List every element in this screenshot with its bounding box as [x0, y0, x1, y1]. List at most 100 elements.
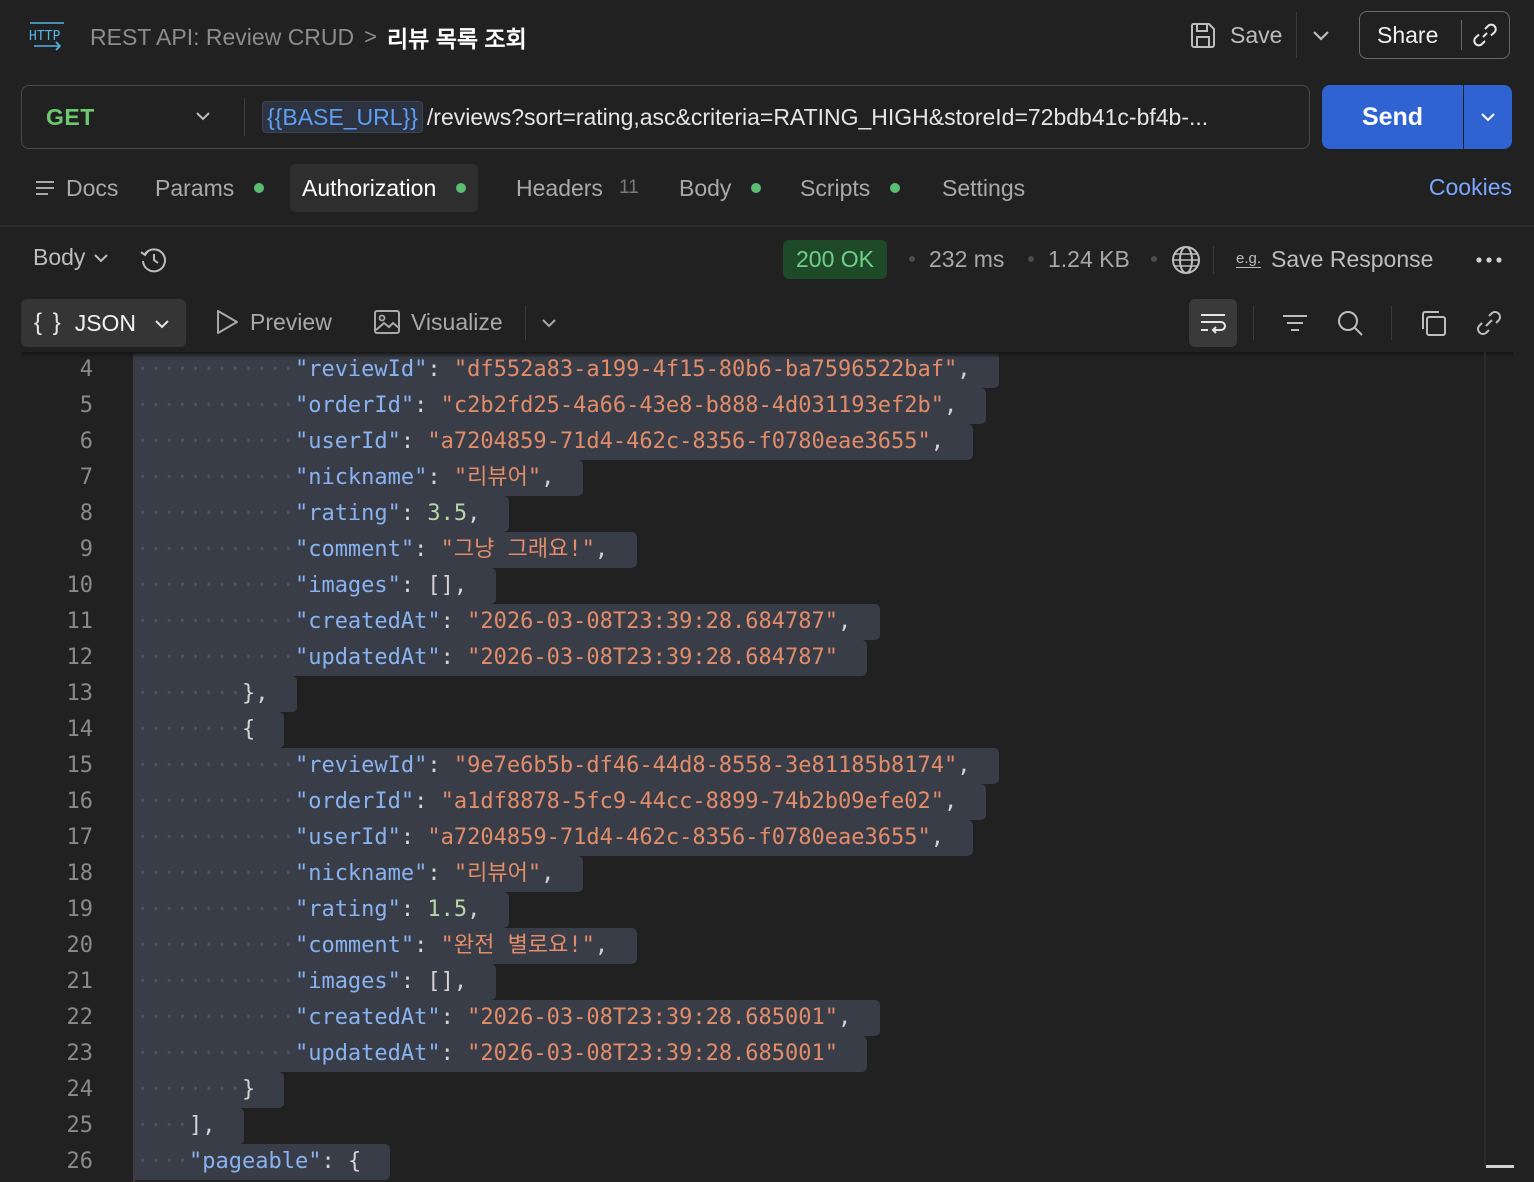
json-value: "a1df8878-5fc9-44cc-8899-74b2b09efe02": [440, 789, 944, 814]
json-colon: :: [440, 645, 468, 670]
tab-settings[interactable]: Settings: [942, 164, 1025, 212]
globe-icon[interactable]: [1170, 244, 1202, 276]
filter-button[interactable]: [1271, 299, 1319, 347]
code-text: ········},: [136, 676, 268, 712]
scrollbar[interactable]: [1484, 352, 1486, 1167]
visualize-tab[interactable]: Visualize: [373, 308, 503, 336]
cookies-link[interactable]: Cookies: [1429, 174, 1512, 201]
code-line: 6 ············"userId": "a7204859-71d4-46…: [0, 424, 1490, 460]
tab-body[interactable]: Body: [679, 164, 762, 212]
code-line: 7 ············"nickname": "리뷰어",: [0, 460, 1490, 496]
line-number: 13: [66, 681, 94, 706]
code-line: 21 ············"images": [],: [0, 964, 1490, 1000]
preview-tab[interactable]: Preview: [214, 308, 332, 336]
code-line: 26 ····"pageable": {: [0, 1144, 1490, 1180]
json-colon: :: [400, 501, 428, 526]
indent-whitespace: ····: [136, 1149, 189, 1174]
breadcrumb-collection[interactable]: REST API: Review CRUD: [90, 24, 354, 51]
line-number: 24: [66, 1077, 94, 1102]
send-button[interactable]: Send: [1322, 85, 1463, 149]
headers-count: 11: [618, 177, 639, 198]
response-time[interactable]: 232 ms: [929, 246, 1004, 273]
line-number: 23: [66, 1041, 94, 1066]
play-icon: [217, 310, 238, 334]
json-key: "images": [294, 573, 401, 598]
request-name[interactable]: 리뷰 목록 조회: [387, 20, 527, 54]
response-size[interactable]: 1.24 KB: [1048, 246, 1130, 273]
response-view-select[interactable]: Body: [33, 244, 111, 271]
line-number: 12: [66, 645, 94, 670]
copy-link-button[interactable]: [1462, 22, 1509, 48]
json-colon: :: [440, 1041, 468, 1066]
code-text: ········}: [136, 1072, 255, 1108]
code-text: ············"orderId": "a1df8878-5fc9-44…: [136, 784, 957, 820]
indent-whitespace: ············: [136, 429, 295, 454]
tab-label: Body: [679, 174, 732, 201]
divider: [0, 225, 1534, 227]
json-colon: :: [414, 789, 441, 814]
line-number: 6: [79, 429, 93, 454]
indent-whitespace: ········: [136, 681, 242, 706]
json-colon: :: [427, 357, 454, 382]
method-label: GET: [46, 103, 95, 130]
tab-authorization[interactable]: Authorization: [290, 164, 479, 212]
status-dot: [254, 183, 265, 193]
chevron-down-icon[interactable]: [1308, 22, 1334, 48]
separator-dot: [1028, 256, 1034, 262]
json-value: "2026-03-08T23:39:28.684787": [467, 609, 839, 634]
json-colon: :: [427, 753, 454, 778]
line-number: 20: [66, 933, 94, 958]
json-colon: :: [440, 1005, 468, 1030]
indent-whitespace: ············: [136, 465, 295, 490]
history-icon[interactable]: [138, 244, 170, 276]
code-line: 18 ············"nickname": "리뷰어",: [0, 856, 1490, 892]
json-key: "nickname": [294, 861, 428, 886]
chevron-down-icon: [1481, 113, 1495, 122]
method-select[interactable]: GET: [22, 86, 244, 148]
json-colon: :: [440, 609, 468, 634]
line-number: 11: [66, 609, 94, 634]
format-select[interactable]: { } JSON: [21, 299, 186, 347]
search-button[interactable]: [1326, 299, 1374, 347]
json-punctuation: ,: [838, 1005, 852, 1030]
code-text: ············"updatedAt": "2026-03-08T23:…: [136, 640, 838, 676]
json-value: "2026-03-08T23:39:28.685001": [467, 1005, 839, 1030]
indent-whitespace: ········: [136, 1077, 242, 1102]
scrollbar-thumb[interactable]: [1486, 1165, 1514, 1168]
response-header: Body 200 OK 232 ms 1.24 KB e.g. Save Res…: [0, 236, 1534, 284]
code-line: 5 ············"orderId": "c2b2fd25-4a66-4…: [0, 388, 1490, 424]
copy-link-button[interactable]: [1465, 299, 1513, 347]
copy-button[interactable]: [1409, 299, 1457, 347]
divider: [1213, 246, 1214, 274]
http-icon: HTTP: [29, 22, 64, 51]
send-options-button[interactable]: [1464, 85, 1512, 149]
share-button[interactable]: Share: [1359, 11, 1510, 59]
line-number: 16: [66, 789, 94, 814]
json-key: "rating": [294, 897, 401, 922]
word-wrap-button[interactable]: [1189, 299, 1237, 347]
json-value: },: [241, 681, 269, 706]
json-key: "pageable": [188, 1149, 322, 1174]
tab-headers[interactable]: Headers 11: [516, 164, 639, 212]
json-value: {: [347, 1149, 362, 1174]
status-badge[interactable]: 200 OK: [783, 240, 887, 279]
save-response-label: Save Response: [1271, 246, 1434, 272]
tab-scripts[interactable]: Scripts: [800, 164, 901, 212]
indent-whitespace: ············: [136, 897, 295, 922]
json-punctuation: ,: [467, 501, 481, 526]
code-line: 8 ············"rating": 3.5,: [0, 496, 1490, 532]
code-line: 17 ············"userId": "a7204859-71d4-4…: [0, 820, 1490, 856]
indent-whitespace: ············: [136, 645, 295, 670]
json-value: "df552a83-a199-4f15-80b6-ba7596522baf": [453, 357, 958, 382]
url-variable[interactable]: {{BASE_URL}}: [262, 101, 423, 133]
json-colon: :: [400, 573, 428, 598]
tab-params[interactable]: Params: [155, 164, 265, 212]
save-button[interactable]: Save: [1188, 16, 1282, 54]
more-options-icon[interactable]: [1474, 244, 1506, 276]
tab-docs[interactable]: Docs: [34, 164, 118, 212]
response-body-editor[interactable]: 4 ············"reviewId": "df552a83-a199-…: [0, 352, 1534, 1182]
response-view-label: Body: [33, 244, 86, 270]
chevron-down-icon[interactable]: [538, 312, 560, 334]
save-response-button[interactable]: e.g. Save Response: [1236, 246, 1433, 273]
url-input[interactable]: {{BASE_URL}} /reviews?sort=rating,asc&cr…: [262, 100, 1295, 134]
